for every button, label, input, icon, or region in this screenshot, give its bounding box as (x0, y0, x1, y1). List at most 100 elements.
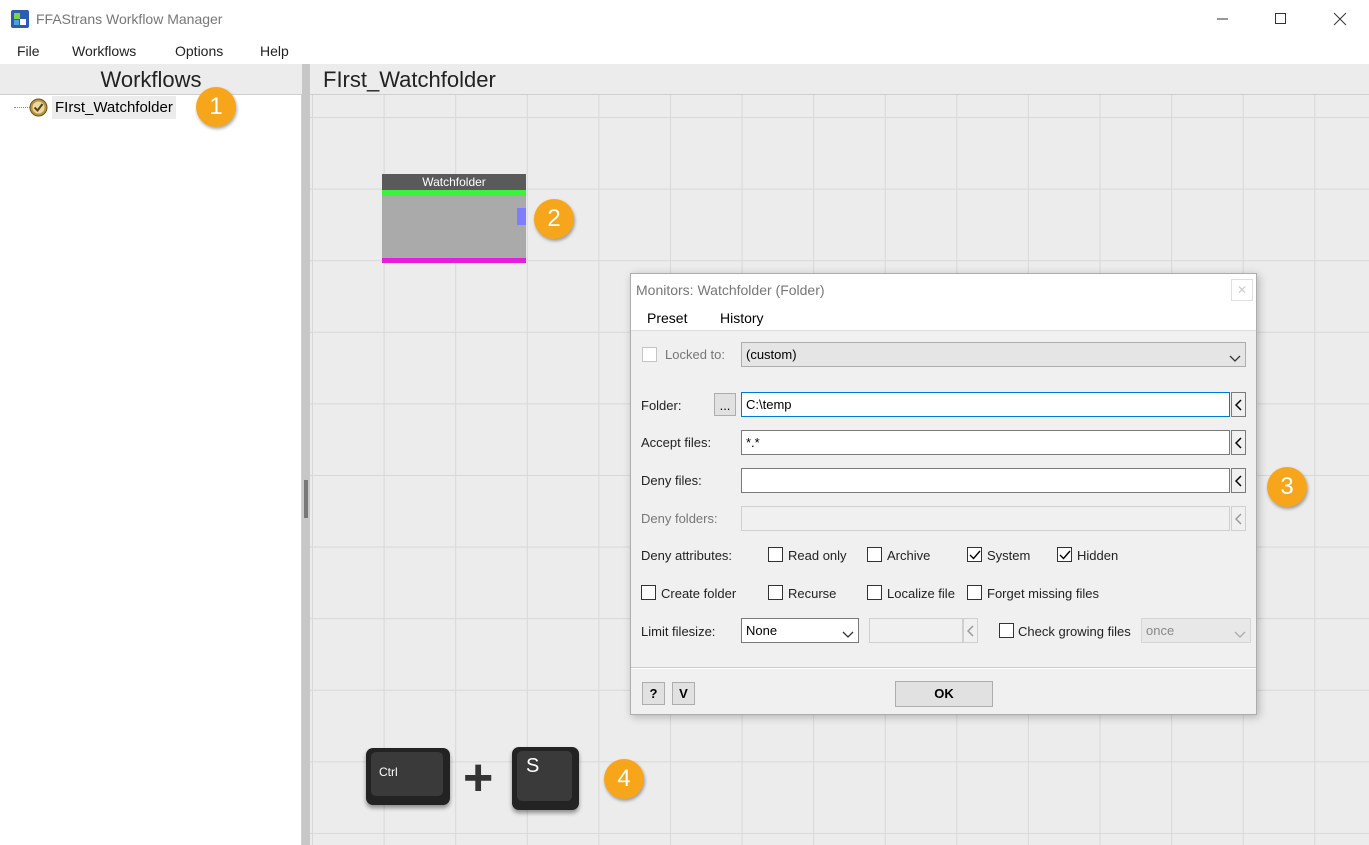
close-icon (1333, 12, 1347, 26)
archive-label: Archive (887, 548, 931, 563)
step-badge-2: 2 (534, 199, 574, 239)
workflow-item[interactable]: FIrst_Watchfolder (52, 96, 176, 119)
node-error-bar (382, 258, 526, 263)
check-growing-checkbox[interactable] (999, 623, 1014, 638)
chevron-left-icon (1234, 398, 1242, 411)
workflows-sidebar: Workflows FIrst_Watchfolder (0, 64, 302, 845)
chevron-down-icon (1229, 348, 1241, 371)
app-logo-icon (11, 10, 29, 28)
archive-checkbox[interactable] (867, 547, 882, 562)
read-only-label: Read only (788, 548, 847, 563)
dialog-menu-bar: Preset History (631, 306, 1256, 331)
node-output-port[interactable] (517, 208, 526, 225)
hidden-checkbox[interactable] (1057, 547, 1072, 562)
node-input-bar (382, 190, 526, 196)
forget-missing-label: Forget missing files (987, 586, 1099, 601)
sidebar-header: Workflows (0, 64, 302, 95)
dialog-footer-divider (631, 667, 1256, 669)
minimize-icon (1217, 18, 1228, 20)
deny-files-label: Deny files: (641, 473, 702, 488)
title-bar: FFAStrans Workflow Manager (0, 0, 1369, 38)
browse-folder-button[interactable]: ... (714, 393, 736, 416)
accept-files-variable-button[interactable] (1231, 430, 1246, 455)
limit-filesize-value: None (746, 623, 778, 638)
version-button[interactable]: V (672, 682, 695, 705)
menu-history[interactable]: History (720, 310, 764, 326)
watchfolder-node[interactable]: Watchfolder (382, 174, 526, 263)
chevron-left-icon (1234, 474, 1242, 487)
plus-sign: + (463, 749, 494, 807)
node-title: Watchfolder (382, 174, 526, 190)
recurse-label: Recurse (788, 586, 837, 601)
minimize-button[interactable] (1194, 0, 1252, 38)
folder-label: Folder: (641, 398, 682, 413)
create-folder-checkbox[interactable] (641, 585, 656, 600)
checkmark-circle-icon (29, 98, 48, 117)
limit-filesize-select[interactable]: None (741, 618, 859, 643)
maximize-icon (1275, 13, 1286, 24)
close-button[interactable] (1311, 0, 1369, 38)
step-badge-1: 1 (196, 87, 236, 127)
dialog-close-button[interactable]: ✕ (1231, 279, 1253, 301)
menu-help[interactable]: Help (260, 43, 289, 59)
deny-folders-input[interactable] (741, 506, 1230, 531)
menu-options[interactable]: Options (175, 43, 223, 59)
help-button[interactable]: ? (642, 682, 665, 705)
chevron-left-icon (1234, 512, 1242, 525)
s-key: S (512, 747, 579, 810)
ok-button[interactable]: OK (895, 681, 993, 707)
maximize-button[interactable] (1252, 0, 1310, 38)
menu-workflows[interactable]: Workflows (72, 43, 136, 59)
locked-to-label: Locked to: (665, 347, 725, 362)
folder-input[interactable]: C:\temp (741, 392, 1230, 417)
menu-bar: File Workflows Options Help (0, 38, 1369, 64)
canvas-header: FIrst_Watchfolder (310, 64, 1369, 95)
s-key-label: S (526, 755, 540, 777)
deny-files-variable-button[interactable] (1231, 468, 1246, 493)
check-growing-value: once (1146, 623, 1175, 638)
read-only-checkbox[interactable] (768, 547, 783, 562)
folder-variable-button[interactable] (1231, 392, 1246, 417)
chevron-down-icon (1234, 624, 1246, 647)
deny-attributes-label: Deny attributes: (641, 548, 733, 563)
window-title: FFAStrans Workflow Manager (36, 11, 223, 27)
localize-file-checkbox[interactable] (867, 585, 882, 600)
ctrl-key-label: Ctrl (379, 765, 398, 779)
filesize-variable-button[interactable] (963, 618, 978, 643)
deny-folders-variable-button[interactable] (1231, 506, 1246, 531)
check-growing-select[interactable]: once (1141, 618, 1251, 643)
close-icon: ✕ (1236, 283, 1248, 297)
recurse-checkbox[interactable] (768, 585, 783, 600)
panel-splitter[interactable] (302, 64, 310, 845)
localize-file-label: Localize file (887, 586, 955, 601)
tree-connector (14, 107, 30, 108)
hidden-label: Hidden (1077, 548, 1119, 563)
menu-preset[interactable]: Preset (647, 310, 687, 326)
chevron-left-icon (966, 624, 974, 637)
locked-to-select[interactable]: (custom) (741, 342, 1246, 367)
dialog-title: Monitors: Watchfolder (Folder) (636, 282, 825, 298)
accept-files-input[interactable]: *.* (741, 430, 1230, 455)
system-checkbox[interactable] (967, 547, 982, 562)
chevron-left-icon (1234, 436, 1242, 449)
ctrl-key: Ctrl (366, 748, 450, 805)
limit-filesize-label: Limit filesize: (641, 624, 716, 639)
deny-folders-label: Deny folders: (641, 511, 718, 526)
check-growing-label: Check growing files (1018, 624, 1131, 639)
accept-files-label: Accept files: (641, 435, 712, 450)
step-badge-4: 4 (604, 759, 644, 799)
deny-files-input[interactable] (741, 468, 1230, 493)
s-key-face: S (517, 751, 572, 801)
system-label: System (987, 548, 1031, 563)
step-badge-3: 3 (1267, 467, 1307, 507)
forget-missing-checkbox[interactable] (967, 585, 982, 600)
checkmark-icon (1059, 550, 1071, 560)
dialog-title-bar: Monitors: Watchfolder (Folder) ✕ (631, 274, 1256, 306)
filesize-input[interactable] (869, 618, 963, 643)
chevron-down-icon (842, 624, 854, 647)
ctrl-key-face: Ctrl (371, 752, 443, 796)
menu-file[interactable]: File (17, 43, 40, 59)
locked-to-checkbox[interactable] (642, 347, 657, 362)
locked-to-value: (custom) (746, 347, 797, 362)
splitter-grip[interactable] (304, 480, 308, 518)
